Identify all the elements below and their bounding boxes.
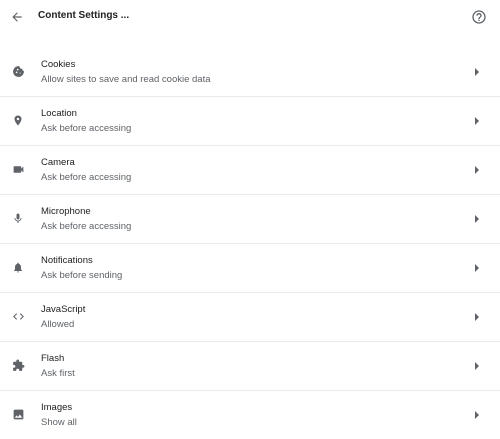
header-bar: Content Settings ... [0,0,500,34]
help-icon[interactable] [471,9,487,25]
setting-row-images[interactable]: Images Show all [0,391,500,439]
setting-label: Cookies [41,59,76,70]
setting-row-notifications[interactable]: Notifications Ask before sending [0,244,500,293]
chevron-right-icon [473,68,481,76]
camera-icon [11,162,25,176]
setting-description: Show all [41,417,77,428]
chevron-right-icon [473,215,481,223]
setting-row-microphone[interactable]: Microphone Ask before accessing [0,195,500,244]
setting-description: Ask first [41,368,75,379]
microphone-icon [11,211,25,225]
setting-label: Notifications [41,255,93,266]
setting-label: Camera [41,157,75,168]
setting-description: Allowed [41,319,75,330]
setting-description: Ask before accessing [41,123,132,134]
setting-row-flash[interactable]: Flash Ask first [0,342,500,391]
setting-label: Location [41,108,77,119]
chevron-right-icon [473,411,481,419]
chevron-right-icon [473,117,481,125]
chevron-right-icon [473,313,481,321]
setting-description: Ask before accessing [41,172,132,183]
back-arrow-icon[interactable] [8,8,26,26]
bell-icon [11,260,25,274]
cookie-icon [11,64,25,78]
content-settings-list: Cookies Allow sites to save and read coo… [0,48,500,439]
location-pin-icon [11,113,25,127]
setting-row-cookies[interactable]: Cookies Allow sites to save and read coo… [0,48,500,97]
setting-row-javascript[interactable]: JavaScript Allowed [0,293,500,342]
chevron-right-icon [473,264,481,272]
puzzle-icon [11,358,25,372]
setting-description: Ask before sending [41,270,123,281]
page-title: Content Settings ... [38,10,130,21]
setting-label: JavaScript [41,304,86,315]
image-icon [11,407,25,421]
setting-row-camera[interactable]: Camera Ask before accessing [0,146,500,195]
chevron-right-icon [473,362,481,370]
setting-row-location[interactable]: Location Ask before accessing [0,97,500,146]
setting-label: Images [41,402,73,413]
setting-label: Flash [41,353,65,364]
setting-description: Ask before accessing [41,221,132,232]
setting-description: Allow sites to save and read cookie data [41,74,211,85]
chevron-right-icon [473,166,481,174]
code-icon [11,309,25,323]
setting-label: Microphone [41,206,91,217]
